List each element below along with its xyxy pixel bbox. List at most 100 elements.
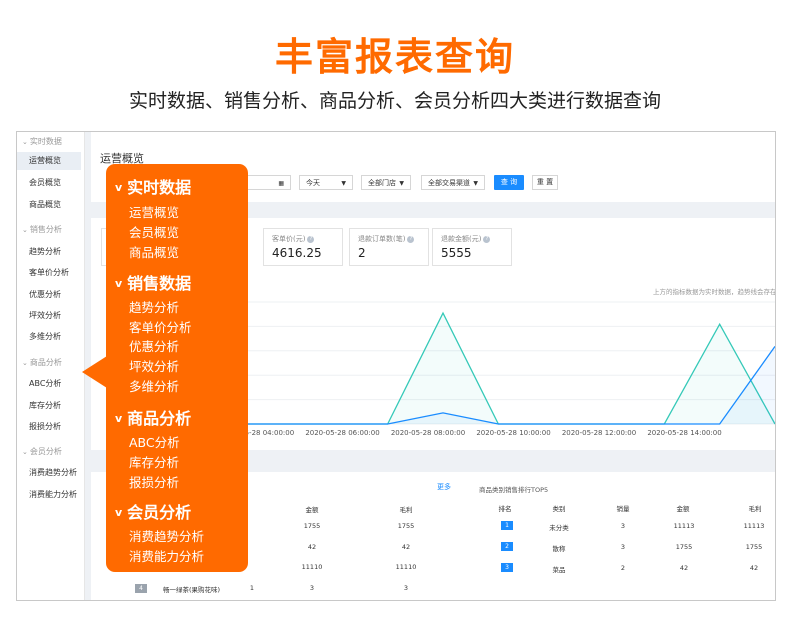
x-tick-label: 2020-05-28 14:00:00 <box>647 429 721 437</box>
table-cell: 未分类 <box>549 524 569 532</box>
sidebar-group-member[interactable]: ⌄ 会员分析 <box>22 446 62 457</box>
chevron-down-icon: ⌄ <box>22 448 28 456</box>
chevron-down-icon: v <box>115 181 123 194</box>
callout-heading-sales: v 销售数据 <box>115 274 192 293</box>
chevron-down-icon: v <box>115 277 123 290</box>
rank-badge: 4 <box>135 584 147 593</box>
sidebar-group-sales[interactable]: ⌄ 销售分析 <box>22 224 62 235</box>
rank-badge: 1 <box>501 521 513 530</box>
table-cell: 菜品 <box>552 566 566 574</box>
callout-item: 运营概览 <box>129 205 180 220</box>
table-cell: 11113 <box>673 522 695 530</box>
store-select[interactable]: 全部门店 ▼ <box>361 175 411 190</box>
category-rank-panel: 商品类别销售排行TOP5 排名 类别 销量 金额 毛利 1 未分类 3 1111… <box>469 476 775 600</box>
query-button[interactable]: 查 询 <box>494 175 524 190</box>
callout-item: 客单价分析 <box>129 320 192 335</box>
metric-card-refund-orders: 退款订单数(笔)? 2 <box>349 228 429 266</box>
sidebar-item-product-overview[interactable]: 商品概览 <box>17 199 81 210</box>
caret-down-icon: ▼ <box>399 180 404 187</box>
table-cell: 42 <box>749 564 759 572</box>
sidebar-item-spend-ability[interactable]: 消费能力分析 <box>17 489 81 500</box>
chevron-down-icon: v <box>115 506 123 519</box>
metric-card-refund-amount: 退款金额(元)? 5555 <box>432 228 512 266</box>
table-cell: 1755 <box>675 543 693 551</box>
chevron-down-icon: ⌄ <box>22 226 28 234</box>
table-header: 排名 <box>498 505 512 513</box>
table-cell: 3 <box>620 543 626 551</box>
feature-callout: v 实时数据 运营概览 会员概览 商品概览 v 销售数据 趋势分析 客单价分析 优惠… <box>106 164 248 572</box>
table-cell: 1755 <box>745 543 763 551</box>
callout-item: ABC分析 <box>129 435 180 450</box>
channel-select[interactable]: 全部交易渠道 ▼ <box>421 175 485 190</box>
table-cell: 11110 <box>301 563 323 571</box>
panel-title: 商品类别销售排行TOP5 <box>479 486 549 494</box>
sidebar-item-avg-price[interactable]: 客单价分析 <box>17 267 81 278</box>
table-cell: 3 <box>403 584 409 592</box>
sidebar-item-ops-overview[interactable]: 运营概览 <box>17 152 81 170</box>
table-cell: 1 <box>249 584 255 592</box>
chevron-down-icon: ⌄ <box>22 359 28 367</box>
callout-item: 消费能力分析 <box>129 549 205 564</box>
caret-down-icon: ▼ <box>473 180 478 187</box>
callout-item: 趋势分析 <box>129 300 180 315</box>
metric-value: 2 <box>358 246 366 260</box>
sidebar-group-realtime[interactable]: ⌄ 实时数据 <box>22 136 62 147</box>
table-cell: 11110 <box>395 563 417 571</box>
page-subtitle: 实时数据、销售分析、商品分析、会员分析四大类进行数据查询 <box>128 90 661 112</box>
sidebar-item-member-overview[interactable]: 会员概览 <box>17 177 81 188</box>
sidebar-item-floor-efficiency[interactable]: 坪效分析 <box>17 310 81 321</box>
sidebar-item-inventory[interactable]: 库存分析 <box>17 400 81 411</box>
x-tick-label: 2020-05-28 08:00:00 <box>391 429 465 437</box>
chevron-down-icon: v <box>115 412 123 425</box>
table-cell: 42 <box>307 543 317 551</box>
table-header: 金额 <box>676 505 690 513</box>
help-icon[interactable]: ? <box>307 235 315 243</box>
sidebar-item-loss[interactable]: 报损分析 <box>17 421 81 432</box>
callout-item: 会员概览 <box>129 225 180 240</box>
page-headline: 丰富报表查询 <box>274 35 515 79</box>
x-tick-label: 2020-05-28 12:00:00 <box>562 429 636 437</box>
callout-heading-member: v 会员分析 <box>115 503 192 522</box>
calendar-icon: ▦ <box>278 180 284 187</box>
sidebar-item-abc[interactable]: ABC分析 <box>17 378 81 389</box>
sidebar-item-trend[interactable]: 趋势分析 <box>17 246 81 257</box>
table-header: 金额 <box>305 506 319 514</box>
metric-label: 退款金额(元) <box>441 235 482 243</box>
callout-pointer <box>82 356 107 388</box>
help-icon[interactable]: ? <box>407 235 415 243</box>
table-header: 销量 <box>616 505 630 513</box>
sidebar-item-spend-trend[interactable]: 消费趋势分析 <box>17 467 81 478</box>
table-header: 毛利 <box>399 506 413 514</box>
callout-item: 报损分析 <box>129 475 180 490</box>
callout-item: 优惠分析 <box>129 339 180 354</box>
metric-value: 4616.25 <box>272 246 322 260</box>
callout-heading-product: v 商品分析 <box>115 409 192 428</box>
metric-label: 退款订单数(笔) <box>358 235 406 243</box>
period-select[interactable]: 今天 ▼ <box>299 175 353 190</box>
x-tick-label: 2020-05-28 10:00:00 <box>476 429 550 437</box>
table-cell: 42 <box>679 564 689 572</box>
sidebar-group-product[interactable]: ⌄ 商品分析 <box>22 357 62 368</box>
more-link[interactable]: 更多 <box>437 482 451 492</box>
table-cell: 3 <box>309 584 315 592</box>
table-header: 类别 <box>552 505 566 513</box>
table-cell: 2 <box>620 564 626 572</box>
callout-item: 消费趋势分析 <box>129 529 205 544</box>
sidebar-item-multidim[interactable]: 多维分析 <box>17 331 81 342</box>
caret-down-icon: ▼ <box>341 180 346 187</box>
callout-item: 多维分析 <box>129 379 180 394</box>
table-cell: 散称 <box>552 545 566 553</box>
callout-item: 商品概览 <box>129 245 180 260</box>
callout-item: 坪效分析 <box>129 359 180 374</box>
callout-item: 库存分析 <box>129 455 180 470</box>
metric-label: 客单价(元) <box>272 235 306 243</box>
date-picker[interactable]: ▦ <box>241 175 291 190</box>
callout-heading-realtime: v 实时数据 <box>115 178 192 197</box>
table-cell: 11113 <box>743 522 765 530</box>
table-cell: 42 <box>401 543 411 551</box>
reset-button[interactable]: 重 置 <box>532 175 558 190</box>
table-header: 毛利 <box>748 505 762 513</box>
metric-card-avg-price: 客单价(元)? 4616.25 <box>263 228 343 266</box>
sidebar-item-discount[interactable]: 优惠分析 <box>17 289 81 300</box>
help-icon[interactable]: ? <box>483 235 491 243</box>
